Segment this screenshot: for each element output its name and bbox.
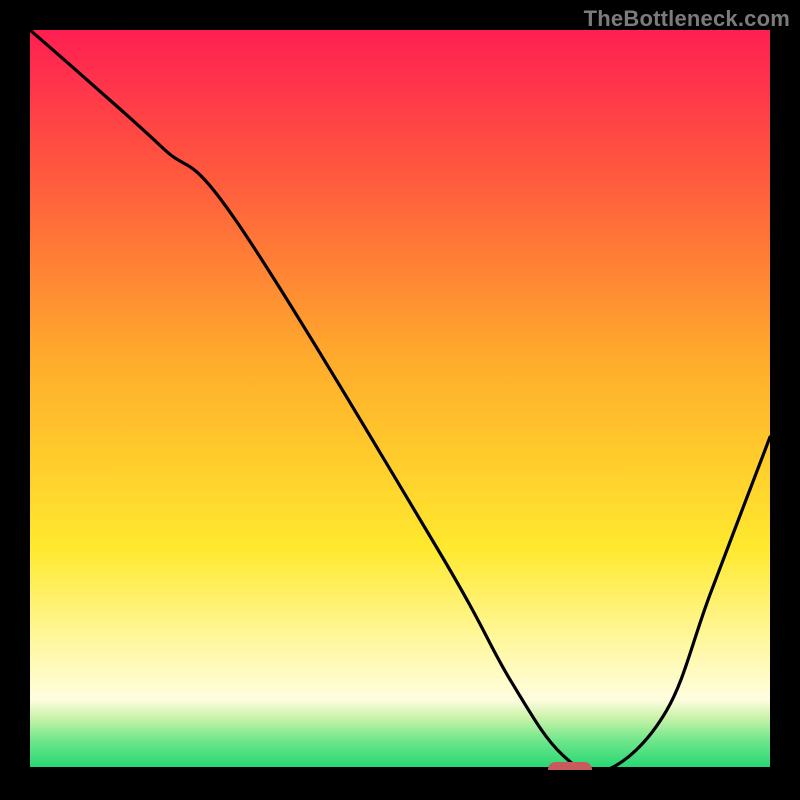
- frame: TheBottleneck.com: [0, 0, 800, 800]
- gradient-background: [30, 30, 770, 770]
- chart-area: [30, 30, 770, 770]
- chart-svg: [30, 30, 770, 770]
- optimal-marker: [548, 762, 592, 770]
- watermark-text: TheBottleneck.com: [584, 6, 790, 32]
